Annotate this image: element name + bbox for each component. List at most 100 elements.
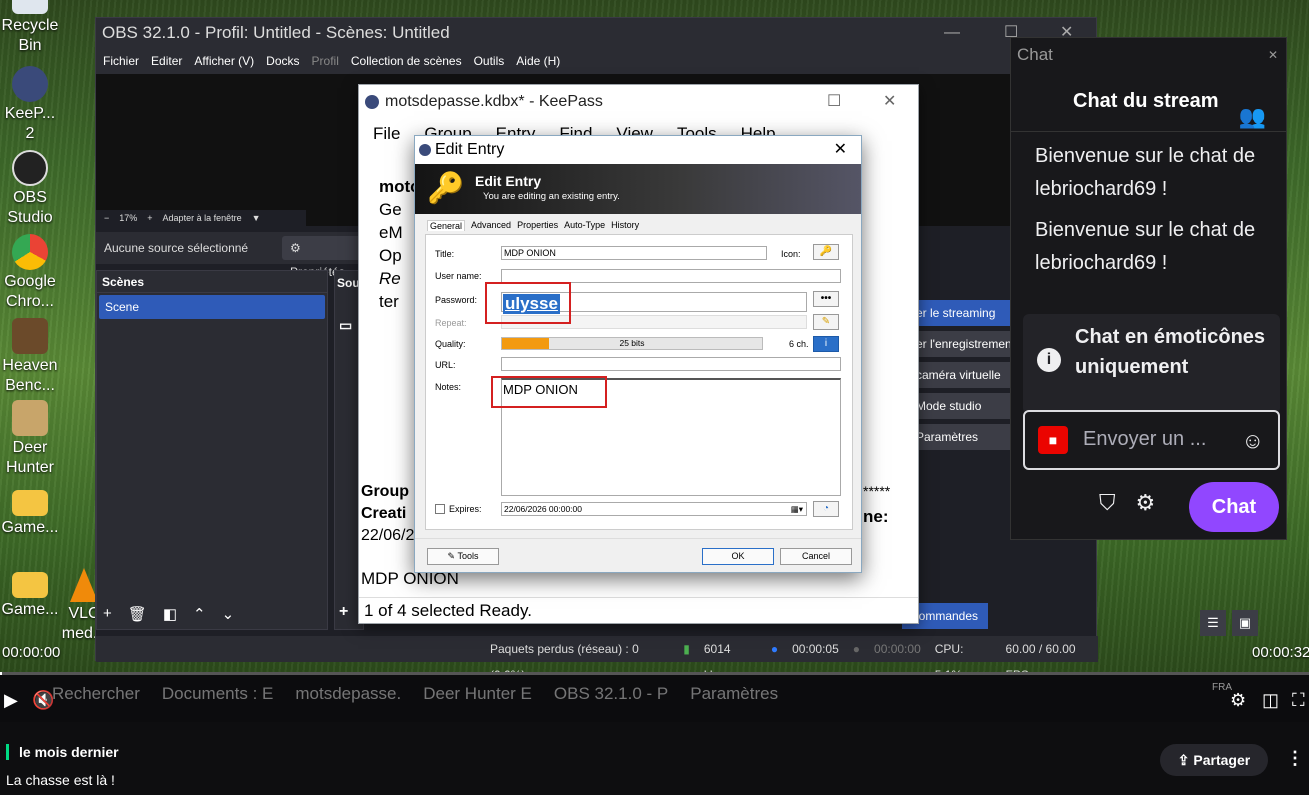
community-icon[interactable]: 👥: [1239, 88, 1266, 146]
info-icon[interactable]: i: [813, 336, 839, 352]
monitor-icon: ▭: [339, 317, 353, 333]
password-label: Password:: [435, 295, 478, 305]
tab-properties[interactable]: Properties: [517, 220, 558, 231]
vlc-icon: [70, 568, 98, 602]
close-icon[interactable]: ✕: [883, 85, 896, 119]
video-date: le mois dernier: [6, 744, 119, 760]
desktop-icon-deer-hunter[interactable]: Deer Hunter: [0, 400, 60, 478]
title-field[interactable]: MDP ONION: [501, 246, 767, 260]
icon-picker-button[interactable]: 🔑: [813, 244, 839, 260]
menu-file[interactable]: File: [373, 124, 400, 144]
chat-input[interactable]: ■ Envoyer un ... ☺: [1023, 410, 1280, 470]
scenes-dock: Scènes Scene + 🗑 ◧ ⌃ ⌄: [96, 270, 328, 630]
tab-history[interactable]: History: [611, 220, 639, 231]
chat-send-button[interactable]: Chat: [1189, 482, 1279, 532]
start-streaming-button[interactable]: er le streaming: [912, 300, 1012, 326]
chat-header-title: Chat du stream: [1073, 90, 1219, 112]
emote-picker-icon[interactable]: ☺: [1242, 428, 1264, 454]
desktop-icon-folder[interactable]: Game...: [0, 572, 60, 620]
menu-fichier[interactable]: Fichier: [103, 54, 139, 68]
minimize-icon[interactable]: —: [944, 18, 960, 48]
play-icon[interactable]: ▶: [4, 690, 18, 711]
edit-entry-titlebar[interactable]: Edit Entry ✕: [415, 136, 861, 164]
clock-icon[interactable]: ◔: [813, 501, 839, 517]
theatre-mode-icon[interactable]: ◫: [1262, 690, 1279, 711]
edit-entry-dialog[interactable]: Edit Entry ✕ 🔑 Edit Entry You are editin…: [414, 135, 862, 573]
fullscreen-icon[interactable]: ⛶: [1292, 690, 1305, 711]
menu-profil[interactable]: Profil: [312, 54, 339, 68]
list-view-icon[interactable]: ☰: [1200, 610, 1226, 636]
obs-titlebar[interactable]: OBS 32.1.0 - Profil: Untitled - Scènes: …: [96, 18, 1096, 48]
tools-button[interactable]: ✎ Tools: [427, 548, 499, 565]
tools-label: Tools: [457, 551, 479, 561]
calendar-icon[interactable]: ▦▾: [791, 503, 803, 515]
up-arrow-icon[interactable]: ⌃: [193, 605, 206, 623]
menu-collection[interactable]: Collection de scènes: [351, 54, 462, 68]
start-recording-button[interactable]: er l'enregistrement: [912, 331, 1012, 357]
tab-auto-type[interactable]: Auto-Type: [564, 220, 605, 231]
gear-icon[interactable]: ⚙: [1136, 490, 1156, 516]
maximize-icon[interactable]: ☐: [827, 85, 841, 119]
studio-mode-button[interactable]: Mode studio: [912, 393, 1012, 419]
tree-item[interactable]: Re: [359, 267, 419, 290]
tree-item[interactable]: motc: [359, 175, 419, 198]
desktop-icon-chrome[interactable]: Google Chro...: [0, 234, 60, 312]
scene-item[interactable]: Scene: [99, 295, 325, 319]
url-field[interactable]: [501, 357, 841, 371]
detail-label-ne: ne:: [863, 507, 889, 526]
add-icon[interactable]: +: [103, 605, 112, 623]
shield-icon[interactable]: ⛉: [1099, 490, 1116, 516]
tree-item[interactable]: Op: [359, 244, 419, 267]
quality-label: Quality:: [435, 339, 466, 349]
share-button[interactable]: ⇪ Partager: [1160, 744, 1268, 776]
keepass-titlebar[interactable]: motsdepasse.kdbx* - KeePass ☐ ✕: [359, 85, 918, 119]
generate-password-button[interactable]: ✎: [813, 314, 839, 330]
more-options-icon[interactable]: ⋮: [1286, 748, 1304, 769]
properties-button[interactable]: ⚙ Propriétés: [282, 236, 361, 279]
menu-afficher[interactable]: Afficher (V): [194, 54, 254, 68]
tab-advanced[interactable]: Advanced: [471, 220, 511, 231]
down-arrow-icon[interactable]: ⌄: [222, 605, 235, 623]
video-frame[interactable]: Recycle Bin KeeP... 2 OBS Studio Google …: [0, 0, 1309, 672]
scenes-header: Scènes: [97, 271, 327, 293]
zoom-out-button[interactable]: −: [104, 213, 109, 223]
expires-checkbox[interactable]: [435, 504, 445, 514]
menu-outils[interactable]: Outils: [474, 54, 505, 68]
menu-docks[interactable]: Docks: [266, 54, 299, 68]
desktop-icon-obs[interactable]: OBS Studio: [0, 150, 60, 228]
grid-view-icon[interactable]: ▣: [1232, 610, 1258, 636]
menu-aide[interactable]: Aide (H): [516, 54, 560, 68]
show-password-button[interactable]: •••: [813, 291, 839, 307]
tree-item[interactable]: Ge: [359, 198, 419, 221]
fit-window-label[interactable]: Adapter à la fenêtre: [163, 213, 242, 223]
filter-icon[interactable]: ◧: [163, 605, 177, 623]
folder-icon: [12, 490, 48, 516]
player-controls: ▶ 🔇 Rechercher Documents : E motsdepasse…: [0, 672, 1309, 722]
settings-button[interactable]: Paramètres: [912, 424, 1012, 450]
video-camera-icon[interactable]: ■: [1038, 426, 1068, 454]
progress-bar[interactable]: [0, 672, 1309, 675]
banner-subtitle: You are editing an existing entry.: [483, 191, 620, 202]
chat-window[interactable]: Chat ✕ Chat du stream 👥 Bienvenue sur le…: [1010, 37, 1287, 540]
gear-icon[interactable]: ⚙: [1230, 690, 1246, 711]
desktop-icon-folder[interactable]: Game...: [0, 490, 60, 538]
tree-item[interactable]: ter: [359, 290, 419, 313]
username-field[interactable]: [501, 269, 841, 283]
expires-toggle[interactable]: Expires:: [435, 504, 482, 514]
close-icon[interactable]: ✕: [1268, 38, 1278, 72]
tab-general[interactable]: General: [427, 220, 466, 231]
expires-field[interactable]: 22/06/2026 00:00:00 ▦▾: [501, 502, 807, 516]
virtual-camera-button[interactable]: caméra virtuelle: [912, 362, 1012, 388]
zoom-in-button[interactable]: +: [147, 213, 152, 223]
cancel-button[interactable]: Cancel: [780, 548, 852, 565]
desktop-icon-heaven[interactable]: Heaven Benc...: [0, 318, 60, 396]
trash-icon[interactable]: 🗑: [128, 605, 147, 623]
desktop-icon-recycle-bin[interactable]: Recycle Bin: [0, 0, 60, 56]
menu-editer[interactable]: Editer: [151, 54, 182, 68]
chevron-down-icon[interactable]: ▼: [252, 213, 261, 223]
desktop-icon-keepass[interactable]: KeeP... 2: [0, 66, 60, 144]
close-icon[interactable]: ✕: [834, 136, 847, 164]
add-source-icon[interactable]: +: [339, 603, 348, 621]
tree-item[interactable]: eM: [359, 221, 419, 244]
ok-button[interactable]: OK: [702, 548, 774, 565]
